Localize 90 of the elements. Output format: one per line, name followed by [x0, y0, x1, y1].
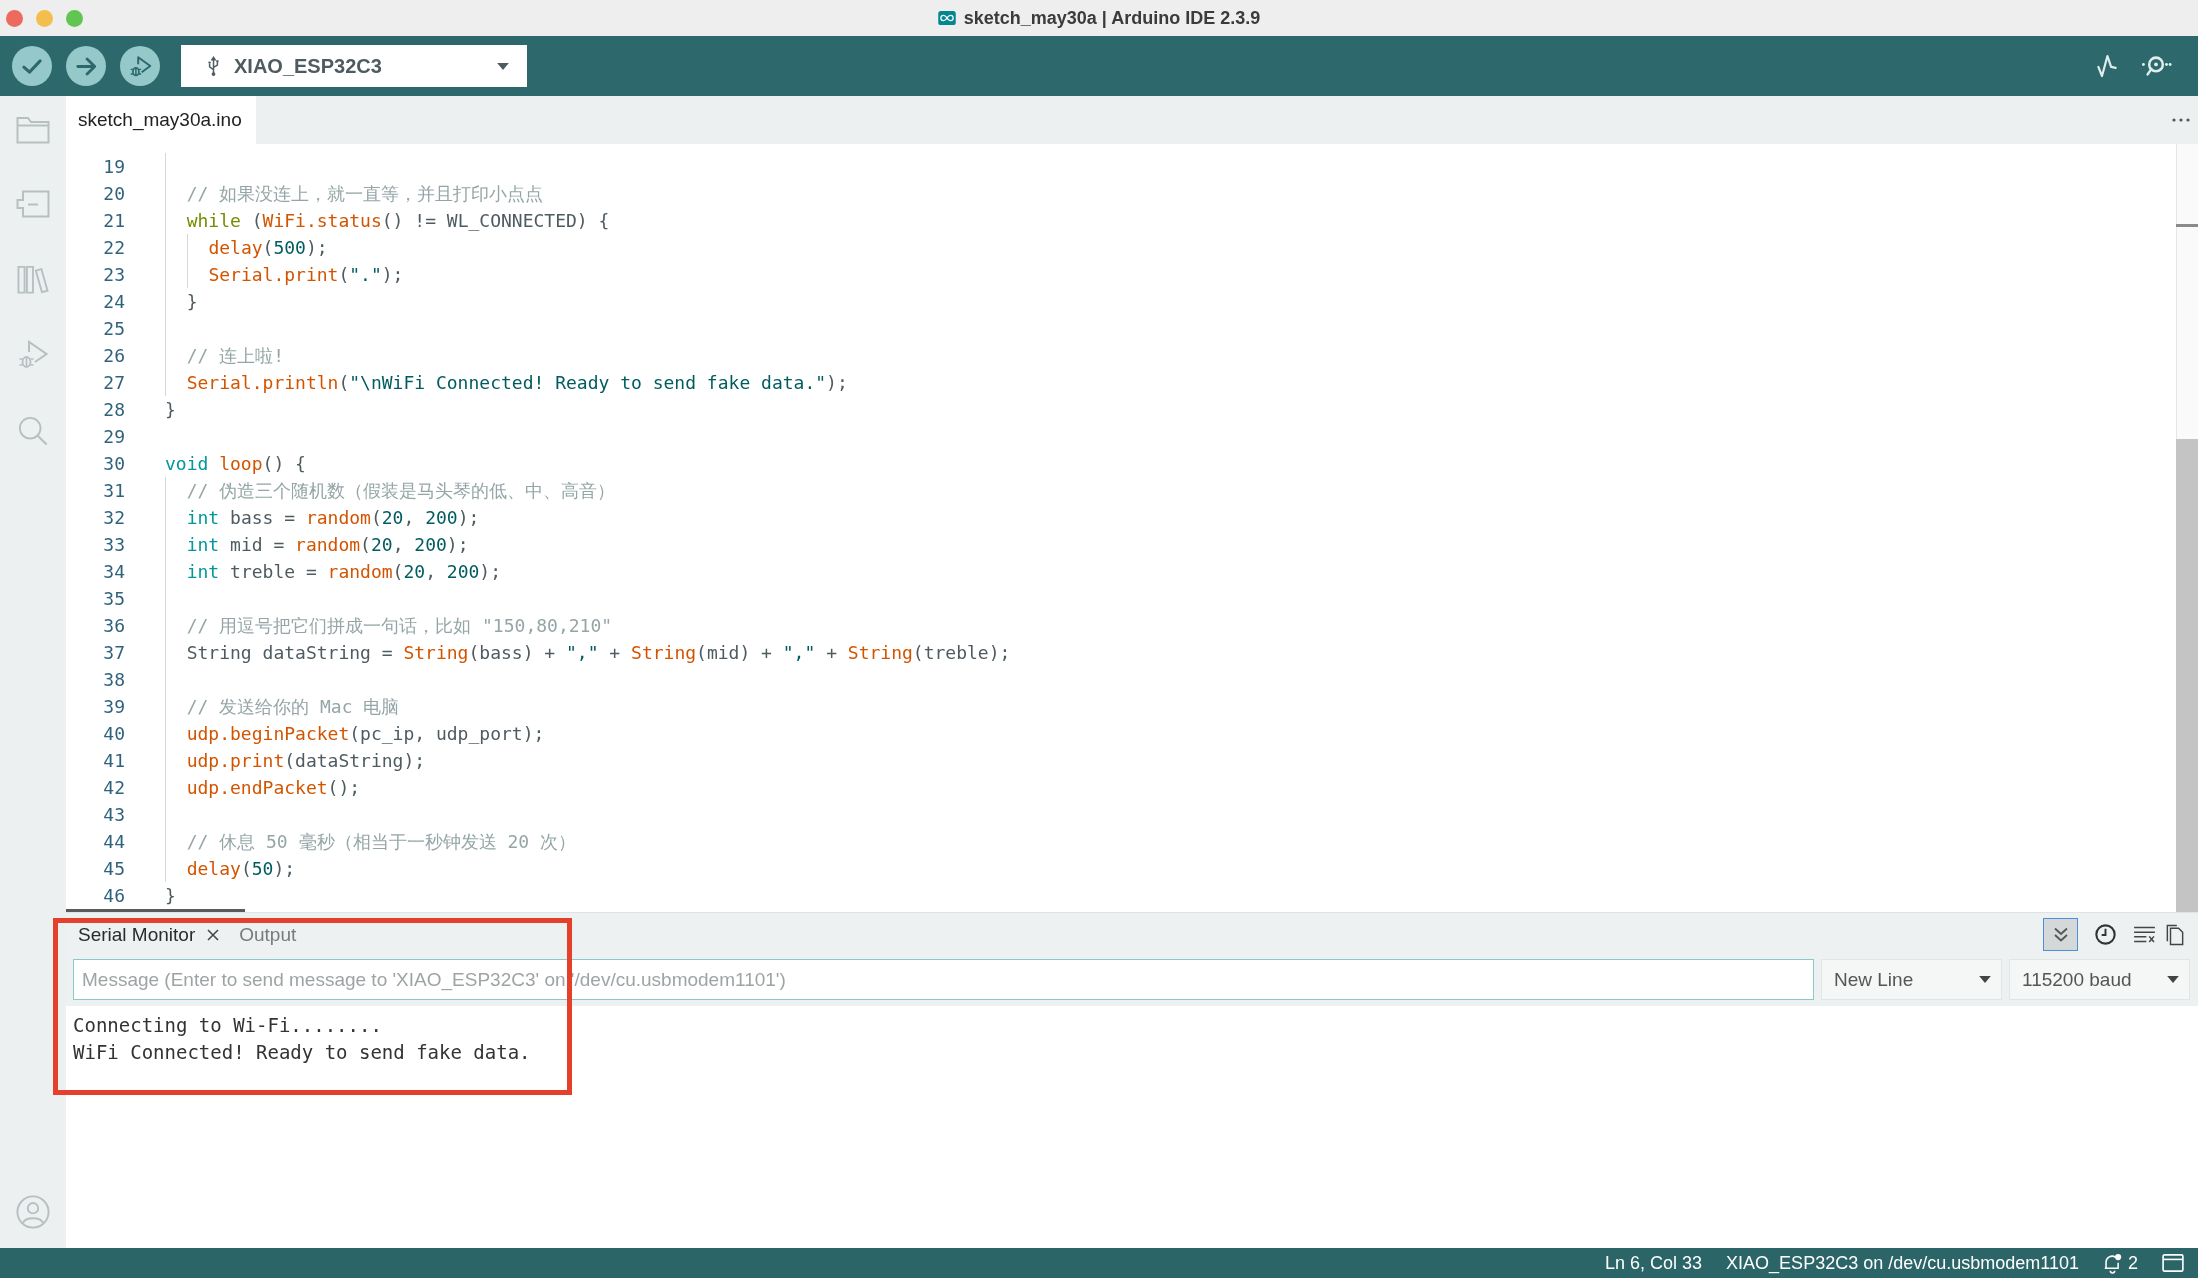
copy-icon[interactable] — [2166, 923, 2184, 946]
check-icon — [22, 58, 42, 74]
code-line: // 如果没连上，就一直等，并且打印小点点 — [165, 180, 544, 207]
upload-button[interactable] — [66, 46, 106, 86]
line-number: 21 — [102, 209, 125, 233]
window-close-button[interactable] — [6, 9, 23, 27]
panel-layout-icon[interactable] — [2162, 1254, 2184, 1272]
debug-button[interactable] — [120, 46, 160, 86]
baud-rate-dropdown[interactable]: 115200 baud — [2009, 959, 2190, 1000]
more-icon[interactable] — [2172, 118, 2190, 122]
caret-icon — [2167, 976, 2179, 983]
magnifier-dots-icon[interactable] — [2140, 55, 2172, 77]
verify-button[interactable] — [12, 46, 52, 86]
code-line: // 连上啦! — [165, 342, 285, 369]
code-line: // 用逗号把它们拼成一句话，比如 "150,80,210" — [165, 612, 613, 639]
line-number: 44 — [102, 830, 125, 854]
code-line: Serial.println("\nWiFi Connected! Ready to send fake data."); — [165, 369, 848, 396]
scrollbar-thumb[interactable] — [2176, 439, 2198, 912]
window-title: sketch_may30a | Arduino IDE 2.3.9 — [963, 7, 1261, 29]
horizontal-scrollbar-thumb[interactable] — [66, 909, 245, 912]
line-number: 35 — [102, 587, 125, 611]
serial-output-line: Connecting to Wi-Fi........ — [73, 1013, 382, 1038]
line-number: 46 — [102, 884, 125, 908]
code-line: } — [165, 398, 176, 422]
code-line: // 休息 50 毫秒（相当于一秒钟发送 20 次） — [165, 828, 576, 855]
code-line: } — [165, 884, 176, 908]
line-number: 32 — [102, 506, 125, 530]
double-chevron-icon — [2052, 927, 2069, 942]
arrow-right-icon — [75, 56, 97, 76]
line-number: 26 — [102, 344, 125, 368]
cursor-position[interactable]: Ln 6, Col 33 — [1605, 1252, 1703, 1274]
notification-count: 2 — [2128, 1252, 2138, 1274]
line-number: 45 — [102, 857, 125, 881]
line-ending-dropdown[interactable]: New Line — [1821, 959, 2002, 1000]
code-line: // 伪造三个随机数（假装是马头琴的低、中、高音） — [165, 477, 616, 504]
line-number: 38 — [102, 668, 125, 692]
line-number: 36 — [102, 614, 125, 638]
line-number: 28 — [102, 398, 125, 422]
line-number: 29 — [102, 425, 125, 449]
close-icon[interactable] — [207, 928, 220, 941]
line-number: 25 — [102, 317, 125, 341]
code-line: int mid = random(20, 200); — [165, 531, 469, 558]
editor-tab[interactable]: sketch_may30a.ino — [66, 96, 256, 144]
code-line: int bass = random(20, 200); — [165, 504, 480, 531]
board-port-status[interactable]: XIAO_ESP32C3 on /dev/cu.usbmodem1101 — [1726, 1252, 2079, 1274]
line-number: 43 — [102, 803, 125, 827]
line-number: 42 — [102, 776, 125, 800]
caret-icon — [1979, 976, 1991, 983]
usb-icon — [207, 55, 220, 77]
line-number: 41 — [102, 749, 125, 773]
line-number: 22 — [102, 236, 125, 260]
line-number: 20 — [102, 182, 125, 206]
code-line: delay(500); — [165, 234, 328, 261]
autoscroll-toggle[interactable] — [2043, 918, 2078, 951]
board-selector[interactable]: XIAO_ESP32C3 — [181, 45, 527, 87]
code-line: void loop() { — [165, 452, 306, 476]
play-bug-icon — [128, 54, 152, 78]
panel-tab[interactable]: Output — [239, 923, 297, 946]
line-number: 30 — [102, 452, 125, 476]
code-line: Serial.print("."); — [165, 261, 404, 288]
code-line: String dataString = String(bass) + "," + String(mid) + "," + String(treble); — [165, 639, 1011, 666]
line-number: 33 — [102, 533, 125, 557]
message-input[interactable]: Message (Enter to send message to 'XIAO_ESP32C3' on '/dev/cu.usbmodem1101') — [73, 959, 1814, 1000]
code-line: delay(50); — [165, 855, 296, 882]
code-line: int treble = random(20, 200); — [165, 558, 502, 585]
line-number: 40 — [102, 722, 125, 746]
code-line: udp.print(dataString); — [165, 747, 426, 774]
caret-icon — [497, 62, 509, 70]
code-line: // 发送给你的 Mac 电脑 — [165, 693, 400, 720]
line-number: 37 — [102, 641, 125, 665]
line-number: 34 — [102, 560, 125, 584]
line-number: 31 — [102, 479, 125, 503]
line-number: 39 — [102, 695, 125, 719]
bell-icon[interactable] — [2103, 1252, 2122, 1274]
plotter-icon[interactable] — [2097, 54, 2117, 78]
window-maximize-button[interactable] — [66, 9, 83, 27]
serial-output-line: WiFi Connected! Ready to send fake data. — [73, 1040, 531, 1065]
cursor-position-mark — [2176, 224, 2198, 227]
panel-tab[interactable]: Serial Monitor — [78, 923, 220, 946]
line-number: 23 — [102, 263, 125, 287]
line-number: 27 — [102, 371, 125, 395]
clock-icon — [2095, 924, 2116, 945]
clear-lines-icon[interactable] — [2133, 926, 2156, 943]
infinity-logo-icon — [937, 11, 956, 25]
line-number: 24 — [102, 290, 125, 314]
line-number: 19 — [102, 155, 125, 179]
code-line: udp.beginPacket(pc_ip, udp_port); — [165, 720, 545, 747]
code-line: while (WiFi.status() != WL_CONNECTED) { — [165, 207, 610, 234]
code-line: } — [165, 288, 198, 315]
code-line: udp.endPacket(); — [165, 774, 361, 801]
